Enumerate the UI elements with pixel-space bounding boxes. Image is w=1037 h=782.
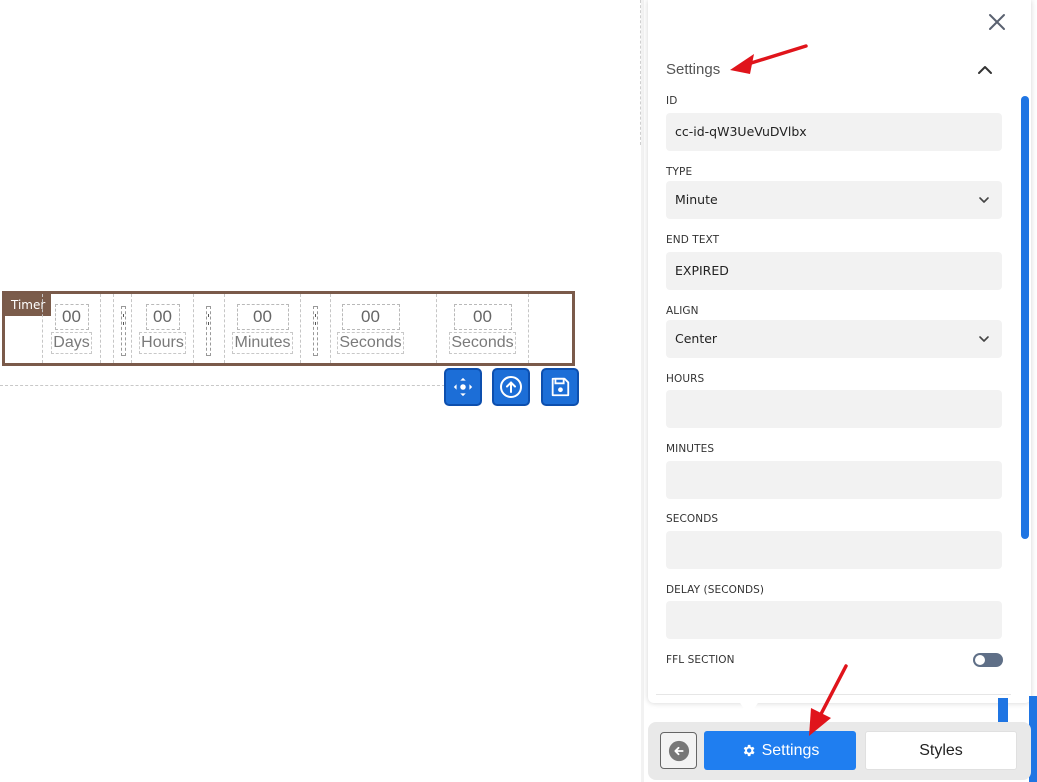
delay-field[interactable] (666, 601, 1002, 639)
timer-label: Minutes (232, 331, 293, 354)
move-up-button[interactable] (492, 368, 530, 406)
timer-unit-hours[interactable]: 00 Hours (131, 294, 193, 363)
timer-separator (300, 294, 330, 363)
timer-unit-seconds[interactable]: 00 Seconds (330, 294, 410, 363)
tab-styles-label: Styles (919, 741, 963, 759)
timer-value: 00 (145, 303, 180, 330)
type-label: TYPE (666, 166, 693, 178)
seconds-field[interactable] (666, 531, 1002, 569)
chevron-down-icon (979, 336, 989, 342)
back-button[interactable] (660, 732, 697, 769)
save-icon (551, 377, 570, 397)
timer-label: Seconds (337, 331, 404, 354)
panel-pointer (738, 700, 760, 716)
move-button[interactable] (444, 368, 482, 406)
timer-spacer (410, 294, 436, 363)
timer-element[interactable]: Timer 00 Days 00 Hours 00 Minutes 00 Sec… (2, 291, 575, 366)
tab-settings-label: Settings (761, 741, 820, 759)
timer-value: 00 (236, 303, 289, 330)
canvas-guide-line (0, 385, 450, 386)
timer-label: Days (51, 331, 92, 354)
chevron-up-icon[interactable] (975, 60, 995, 80)
chevron-down-icon (979, 197, 989, 203)
timer-unit-seconds-2[interactable]: 00 Seconds (436, 294, 529, 363)
close-icon[interactable] (985, 10, 1009, 34)
timer-units-row: 00 Days 00 Hours 00 Minutes 00 Seconds 0… (42, 294, 529, 363)
arrow-up-circle-icon (500, 376, 522, 398)
toggle-knob (975, 655, 985, 665)
save-element-button[interactable] (541, 368, 579, 406)
id-field[interactable]: cc-id-qW3UeVuDVlbx (666, 113, 1002, 151)
delay-label: DELAY (SECONDS) (666, 584, 765, 596)
timer-value: 00 (54, 303, 89, 330)
panel-gutter (641, 0, 644, 782)
timer-unit-minutes[interactable]: 00 Minutes (224, 294, 300, 363)
timer-label: Hours (139, 331, 186, 354)
panel-scrollbar[interactable] (1021, 96, 1029, 539)
timer-separator (193, 294, 224, 363)
move-icon (453, 377, 473, 397)
id-label: ID (666, 95, 678, 107)
timer-spacer (100, 294, 113, 363)
end-text-label: END TEXT (666, 234, 720, 246)
tab-settings[interactable]: Settings (704, 731, 856, 770)
arrow-left-circle-icon (668, 740, 689, 761)
panel-divider (656, 694, 1011, 695)
hours-field[interactable] (666, 390, 1002, 428)
align-label: ALIGN (666, 305, 699, 317)
type-select-value: Minute (675, 192, 718, 207)
tab-styles[interactable]: Styles (865, 731, 1017, 770)
ffl-section-label: FFL SECTION (666, 654, 735, 666)
minutes-field[interactable] (666, 461, 1002, 499)
align-select-value: Center (675, 331, 718, 346)
type-select[interactable]: Minute (666, 181, 1002, 219)
hours-label: HOURS (666, 373, 705, 385)
ffl-section-toggle[interactable] (973, 653, 1003, 667)
timer-value: 00 (453, 303, 512, 330)
end-text-field[interactable]: EXPIRED (666, 252, 1002, 290)
section-title: Settings (666, 61, 721, 78)
timer-separator (113, 294, 131, 363)
timer-value: 00 (341, 303, 400, 330)
align-select[interactable]: Center (666, 320, 1002, 358)
minutes-label: MINUTES (666, 443, 715, 455)
gear-icon (743, 744, 755, 757)
editor-canvas: Timer 00 Days 00 Hours 00 Minutes 00 Sec… (0, 0, 642, 782)
timer-unit-days[interactable]: 00 Days (42, 294, 100, 363)
timer-label: Seconds (449, 331, 516, 354)
seconds-label: SECONDS (666, 513, 719, 525)
